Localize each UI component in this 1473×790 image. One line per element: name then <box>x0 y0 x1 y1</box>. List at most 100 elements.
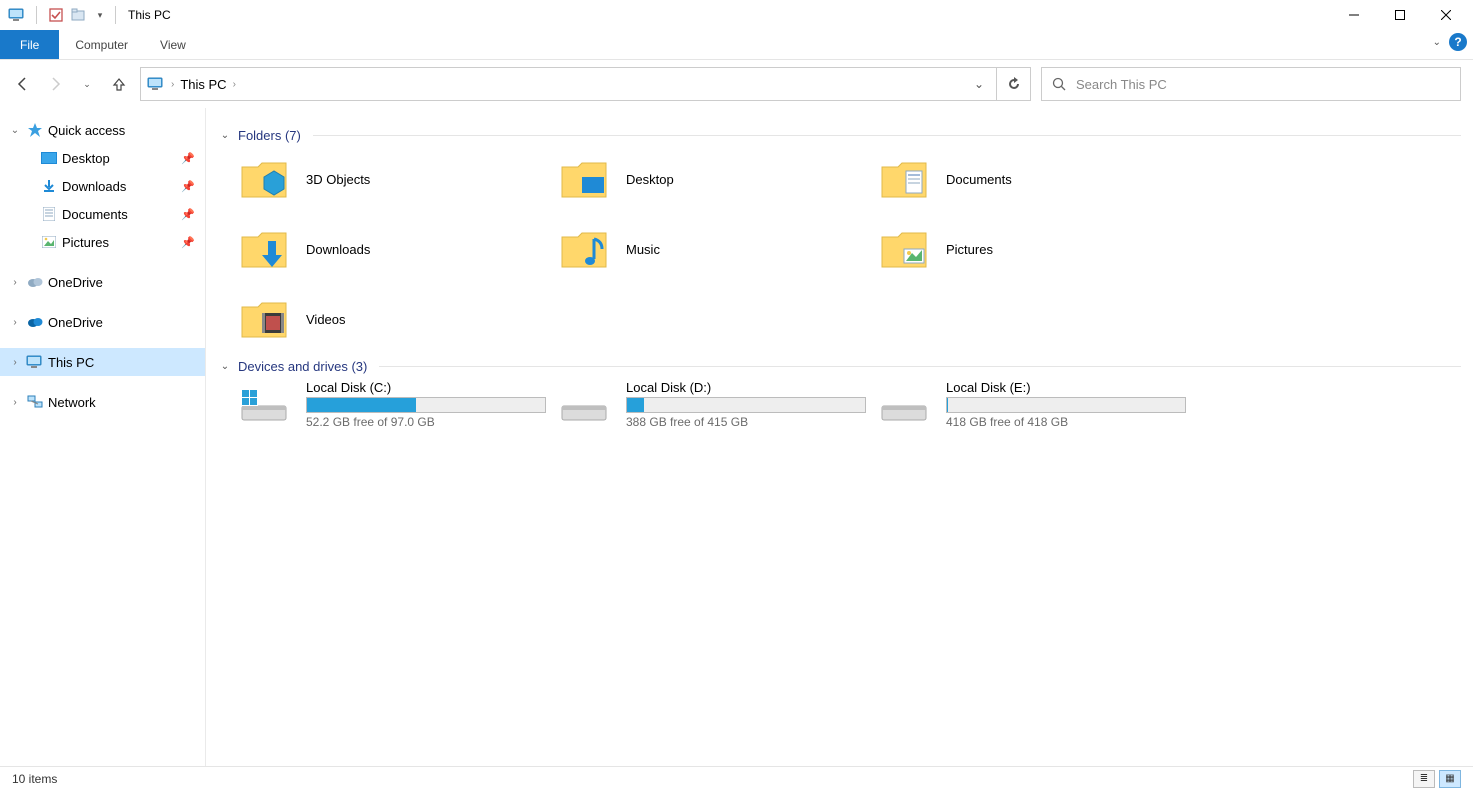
folder-icon <box>558 223 610 275</box>
address-history-button[interactable]: ⌄ <box>968 77 990 91</box>
tab-file[interactable]: File <box>0 30 59 59</box>
folder-3d-objects[interactable]: 3D Objects <box>238 149 558 209</box>
folder-icon <box>878 223 930 275</box>
drive-d[interactable]: Local Disk (D:) 388 GB free of 415 GB <box>558 380 878 429</box>
qat-dropdown-icon[interactable]: ▾ <box>91 6 109 24</box>
folder-label: Pictures <box>946 242 993 257</box>
chevron-down-icon[interactable]: ⌄ <box>218 361 232 372</box>
drive-free-text: 52.2 GB free of 97.0 GB <box>306 415 546 429</box>
up-button[interactable] <box>110 75 128 93</box>
this-pc-icon <box>8 6 26 24</box>
folder-documents[interactable]: Documents <box>878 149 1198 209</box>
tree-quick-access[interactable]: ⌄ Quick access <box>0 116 205 144</box>
search-box[interactable] <box>1041 67 1461 101</box>
folder-downloads[interactable]: Downloads <box>238 219 558 279</box>
navigation-row: ⌄ › This PC › ⌄ <box>0 60 1473 108</box>
drive-icon <box>558 386 610 426</box>
onedrive-icon <box>26 273 44 291</box>
folder-desktop[interactable]: Desktop <box>558 149 878 209</box>
chevron-right-icon[interactable]: › <box>8 277 22 288</box>
refresh-button[interactable] <box>997 67 1031 101</box>
search-input[interactable] <box>1076 77 1450 92</box>
drive-label: Local Disk (C:) <box>306 380 546 395</box>
tree-downloads[interactable]: Downloads 📌 <box>32 172 205 200</box>
tiles-view-button[interactable]: ▦ <box>1439 770 1461 788</box>
tree-network[interactable]: › Network <box>0 388 205 416</box>
folder-label: 3D Objects <box>306 172 370 187</box>
tree-label: OneDrive <box>48 315 103 330</box>
pin-icon: 📌 <box>181 180 195 193</box>
ribbon: File Computer View ⌄ ? <box>0 30 1473 60</box>
this-pc-icon <box>26 353 44 371</box>
folder-label: Downloads <box>306 242 370 257</box>
chevron-right-icon[interactable]: › <box>8 397 22 408</box>
tree-documents[interactable]: Documents 📌 <box>32 200 205 228</box>
drive-e[interactable]: Local Disk (E:) 418 GB free of 418 GB <box>878 380 1198 429</box>
navigation-pane: ⌄ Quick access Desktop 📌 Downloads 📌 Doc… <box>0 108 206 766</box>
window-title: This PC <box>128 8 171 22</box>
tree-pictures[interactable]: Pictures 📌 <box>32 228 205 256</box>
tree-onedrive[interactable]: › OneDrive <box>0 268 205 296</box>
quick-access-toolbar: ▾ <box>4 6 109 24</box>
help-icon[interactable]: ? <box>1449 33 1467 51</box>
search-icon <box>1052 77 1066 91</box>
tree-label: Network <box>48 395 96 410</box>
tree-label: This PC <box>48 355 94 370</box>
status-bar: 10 items ≣ ▦ <box>0 766 1473 790</box>
forward-button[interactable] <box>46 75 64 93</box>
tree-label: Quick access <box>48 123 125 138</box>
new-folder-icon[interactable] <box>69 6 87 24</box>
pin-icon: 📌 <box>181 208 195 221</box>
folder-music[interactable]: Music <box>558 219 878 279</box>
minimize-button[interactable] <box>1331 0 1377 30</box>
group-header-drives[interactable]: ⌄ Devices and drives (3) <box>218 359 1461 374</box>
folder-label: Desktop <box>626 172 674 187</box>
properties-icon[interactable] <box>47 6 65 24</box>
tab-computer[interactable]: Computer <box>59 30 144 59</box>
title-bar: ▾ This PC <box>0 0 1473 30</box>
drive-icon <box>238 386 290 426</box>
group-header-folders[interactable]: ⌄ Folders (7) <box>218 128 1461 143</box>
drive-c[interactable]: Local Disk (C:) 52.2 GB free of 97.0 GB <box>238 380 558 429</box>
downloads-icon <box>40 177 58 195</box>
address-bar[interactable]: › This PC › ⌄ <box>140 67 997 101</box>
folder-icon <box>878 153 930 205</box>
tree-label: OneDrive <box>48 275 103 290</box>
folder-icon <box>238 153 290 205</box>
folder-icon <box>238 293 290 345</box>
chevron-right-icon[interactable]: › <box>171 79 174 90</box>
chevron-down-icon[interactable]: ⌄ <box>218 130 232 141</box>
close-button[interactable] <box>1423 0 1469 30</box>
tree-this-pc[interactable]: › This PC <box>0 348 205 376</box>
maximize-button[interactable] <box>1377 0 1423 30</box>
status-item-count: 10 items <box>12 772 57 786</box>
pin-icon: 📌 <box>181 152 195 165</box>
tab-view[interactable]: View <box>144 30 202 59</box>
folder-pictures[interactable]: Pictures <box>878 219 1198 279</box>
folder-icon <box>558 153 610 205</box>
tree-desktop[interactable]: Desktop 📌 <box>32 144 205 172</box>
breadcrumb-current[interactable]: This PC <box>180 77 226 92</box>
desktop-icon <box>40 149 58 167</box>
onedrive-icon <box>26 313 44 331</box>
tree-label: Desktop <box>62 151 110 166</box>
back-button[interactable] <box>14 75 32 93</box>
folder-label: Documents <box>946 172 1012 187</box>
pictures-icon <box>40 233 58 251</box>
chevron-right-icon[interactable]: › <box>233 79 236 90</box>
folder-label: Music <box>626 242 660 257</box>
ribbon-expand-icon[interactable]: ⌄ <box>1433 37 1441 48</box>
details-view-button[interactable]: ≣ <box>1413 770 1435 788</box>
recent-locations-button[interactable]: ⌄ <box>78 75 96 93</box>
separator <box>115 6 116 24</box>
drive-icon <box>878 386 930 426</box>
chevron-right-icon[interactable]: › <box>8 317 22 328</box>
this-pc-icon <box>147 77 165 91</box>
folder-icon <box>238 223 290 275</box>
tree-label: Downloads <box>62 179 126 194</box>
separator <box>36 6 37 24</box>
chevron-right-icon[interactable]: › <box>8 357 22 368</box>
chevron-down-icon[interactable]: ⌄ <box>8 125 22 136</box>
tree-onedrive[interactable]: › OneDrive <box>0 308 205 336</box>
folder-videos[interactable]: Videos <box>238 289 558 349</box>
